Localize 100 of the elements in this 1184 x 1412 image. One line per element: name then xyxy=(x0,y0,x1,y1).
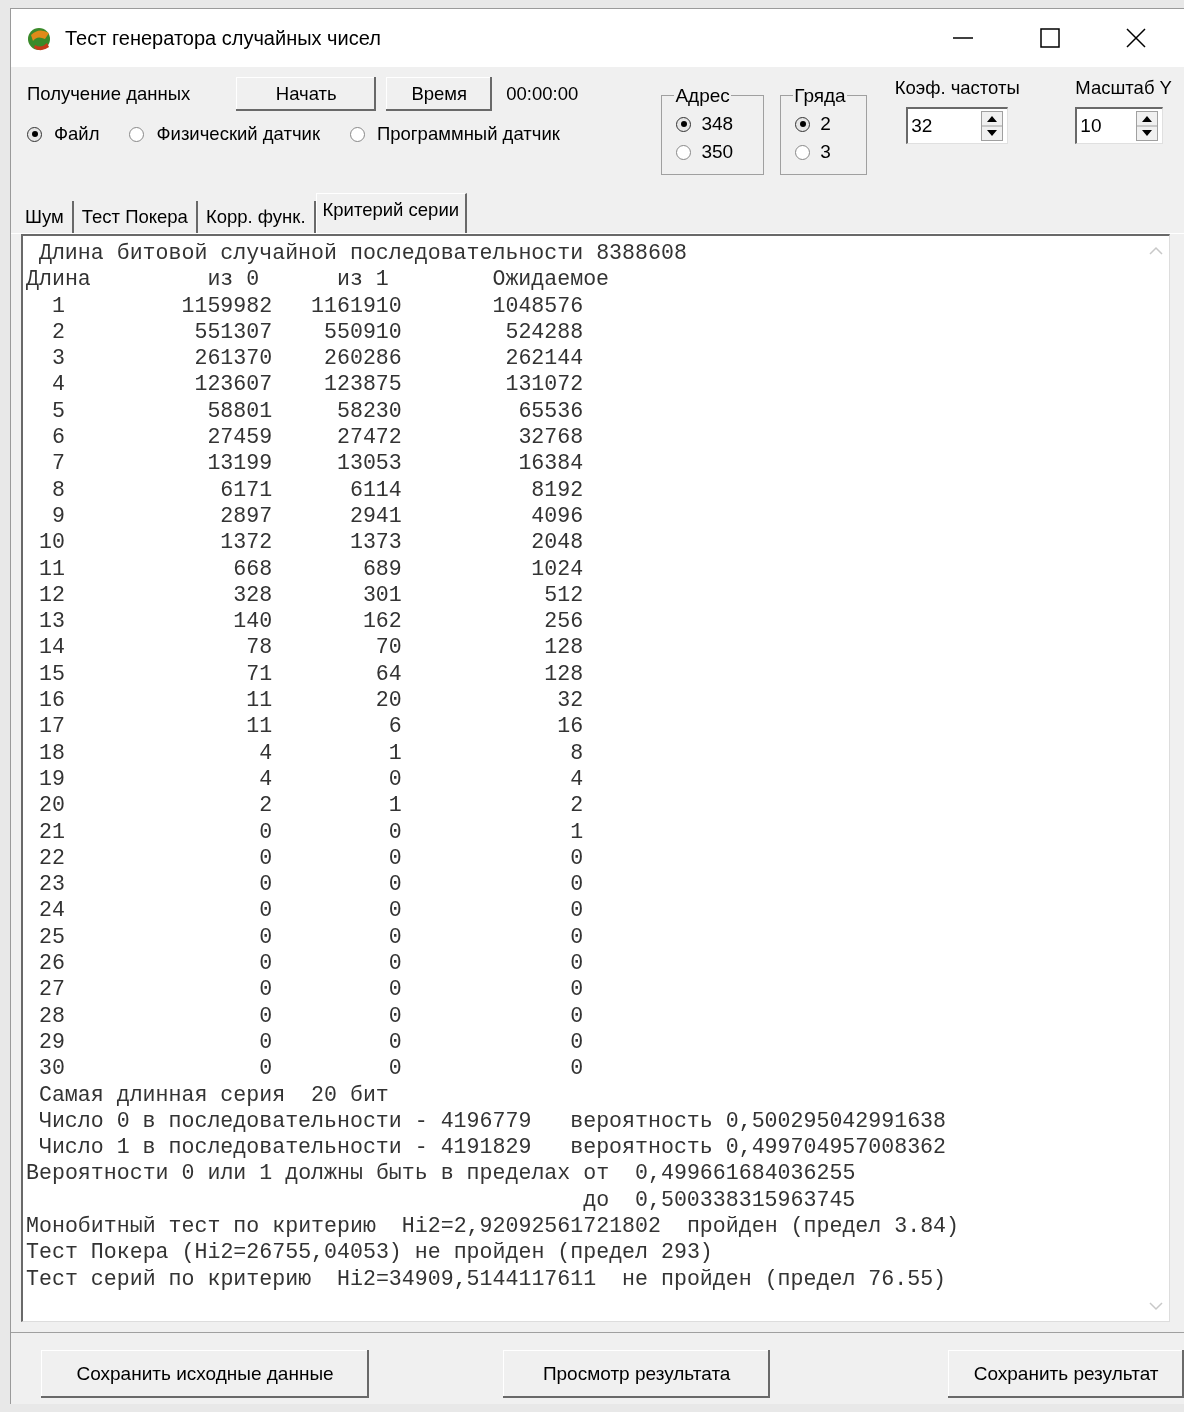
table-cell-text: 2 xyxy=(258,792,273,819)
table-cell-text: 27472 xyxy=(336,424,402,451)
action-button[interactable]: Сохранить исходные данные xyxy=(41,1350,370,1398)
table-cell-text: 0 xyxy=(569,1055,584,1082)
radio-circle[interactable] xyxy=(350,126,365,142)
table-cell-text: 123875 xyxy=(323,371,402,398)
table-cell-text: 25 xyxy=(37,923,65,950)
table-cell-text: 4 xyxy=(50,371,65,398)
table-cell-text: 0 xyxy=(258,844,273,872)
action-button[interactable]: Сохранить результат xyxy=(948,1350,1184,1398)
action-button[interactable]: Просмотр результата xyxy=(503,1350,771,1398)
table-cell-text: 140 xyxy=(232,608,273,635)
table-cell-text: 8 xyxy=(569,739,584,766)
table-cell-text: 128 xyxy=(543,660,584,688)
table-cell-text: 0 xyxy=(387,871,402,898)
report-line: Тест серий по критерию Hi2=34909,5144117611 не пройден (предел 76.55) xyxy=(26,1266,947,1291)
table-cell-text: 0 xyxy=(387,1028,402,1056)
table-cell-text: 30 xyxy=(37,1055,65,1082)
table-cell-text: 0 xyxy=(387,1002,402,1029)
radio-button[interactable]: Программный датчик xyxy=(350,123,560,145)
table-cell-text: 13 xyxy=(37,608,65,635)
radio-circle[interactable] xyxy=(795,116,811,132)
table-cell-text: 6114 xyxy=(348,476,402,503)
column-header: из 1 xyxy=(336,266,390,293)
table-cell-text: 14 xyxy=(37,634,65,661)
table-cell-text: 22 xyxy=(37,844,65,872)
table-cell-text: 10 xyxy=(37,529,65,556)
spin-field[interactable]: 10 xyxy=(1075,107,1164,144)
time-display: 00:00:00 xyxy=(506,83,579,105)
table-cell-text: 1161910 xyxy=(310,292,402,319)
table-cell-text: 58801 xyxy=(206,397,273,425)
table-cell-text: 11 xyxy=(245,713,273,740)
spinner-label: Коэф. частоты xyxy=(894,77,1020,99)
table-cell-text: 21 xyxy=(37,818,65,845)
table-cell-text: 4 xyxy=(569,765,584,793)
table-cell-text: 0 xyxy=(258,818,273,845)
action-button[interactable]: Начать xyxy=(236,77,377,111)
table-cell-text: 123607 xyxy=(193,371,273,398)
table-cell-text: 58230 xyxy=(336,397,402,425)
table-cell-text: 0 xyxy=(387,976,402,1003)
table-cell-text: 0 xyxy=(569,1002,584,1029)
report-line: Тест Покера (Hi2=26755,04053) не пройден (предел 293) xyxy=(26,1240,713,1265)
table-cell-text: 0 xyxy=(258,1002,273,1029)
spin-arrows-icon[interactable] xyxy=(981,111,1004,141)
table-cell-text: 28 xyxy=(37,1002,65,1029)
table-cell-text: 0 xyxy=(258,950,273,977)
table-cell-text: 260286 xyxy=(323,345,402,372)
table-cell-text: 1372 xyxy=(219,529,273,556)
table-cell-text: 20 xyxy=(37,792,65,819)
radio-button[interactable]: 2 xyxy=(781,110,867,138)
table-cell-text: 1373 xyxy=(348,529,402,556)
action-button[interactable]: Время xyxy=(386,77,493,111)
report-line: Вероятности 0 или 1 должны быть в пределах от 0,499661684036255 xyxy=(26,1161,856,1186)
table-cell-text: 524288 xyxy=(504,318,584,346)
table-cell-text: 1048576 xyxy=(491,292,584,319)
table-cell-text: 9 xyxy=(50,502,65,530)
table-cell-text: 2048 xyxy=(530,529,584,556)
report-line: Самая длинная серия 20 бит xyxy=(38,1082,389,1107)
table-cell-text: 0 xyxy=(387,818,402,845)
table-cell-text: 27459 xyxy=(206,424,273,451)
column-header: Длина xyxy=(26,266,91,293)
table-cell-text: 32768 xyxy=(517,424,584,451)
table-cell-text: 64 xyxy=(374,660,402,688)
table-cell-text: 162 xyxy=(361,608,402,635)
table-cell-text: 13199 xyxy=(206,450,273,477)
table-cell-text: 1 xyxy=(50,292,65,319)
table-cell-text: 3 xyxy=(50,345,65,372)
close-icon[interactable] xyxy=(1126,28,1146,48)
table-cell-text: 0 xyxy=(569,923,584,950)
table-cell-text: 6171 xyxy=(219,476,273,503)
table-cell-text: 17 xyxy=(37,713,65,740)
maximize-icon[interactable] xyxy=(1040,28,1060,48)
tab[interactable]: Критерий серии xyxy=(315,193,468,233)
column-header: Ожидаемое xyxy=(491,266,610,293)
radio-circle[interactable] xyxy=(676,116,692,132)
report-line: до 0,500338315963745 xyxy=(583,1187,856,1212)
radio-button[interactable]: 348 xyxy=(662,110,764,138)
report-line: Число 1 в последовательности - 4191829 вероятность 0,499704957008362 xyxy=(38,1135,947,1160)
table-cell-text: 16384 xyxy=(517,450,584,477)
radio-button[interactable]: 3 xyxy=(781,138,867,166)
radio-button[interactable]: Файл xyxy=(27,123,100,145)
table-cell-text: 12 xyxy=(37,581,65,609)
table-cell-text: 4 xyxy=(258,739,273,766)
table-cell-text: 7 xyxy=(50,450,65,477)
radio-button[interactable]: Физический датчик xyxy=(129,123,320,145)
radio-circle[interactable] xyxy=(795,144,811,160)
table-cell-text: 512 xyxy=(543,581,584,609)
spin-field[interactable]: 32 xyxy=(906,107,1009,144)
spin-arrows-icon[interactable] xyxy=(1136,111,1159,141)
table-cell-text: 551307 xyxy=(193,318,273,346)
table-cell-text: 0 xyxy=(387,897,402,924)
radio-circle[interactable] xyxy=(129,126,145,142)
table-cell-text: 4 xyxy=(258,765,273,793)
radio-circle[interactable] xyxy=(27,126,42,142)
table-cell-text: 29 xyxy=(37,1028,65,1056)
table-cell-text: 0 xyxy=(387,844,402,872)
table-cell-text: 27 xyxy=(37,976,65,1003)
radio-button[interactable]: 350 xyxy=(662,138,764,166)
radio-circle[interactable] xyxy=(676,144,692,160)
window-title: Тест генератора случайных чисел xyxy=(65,26,381,50)
